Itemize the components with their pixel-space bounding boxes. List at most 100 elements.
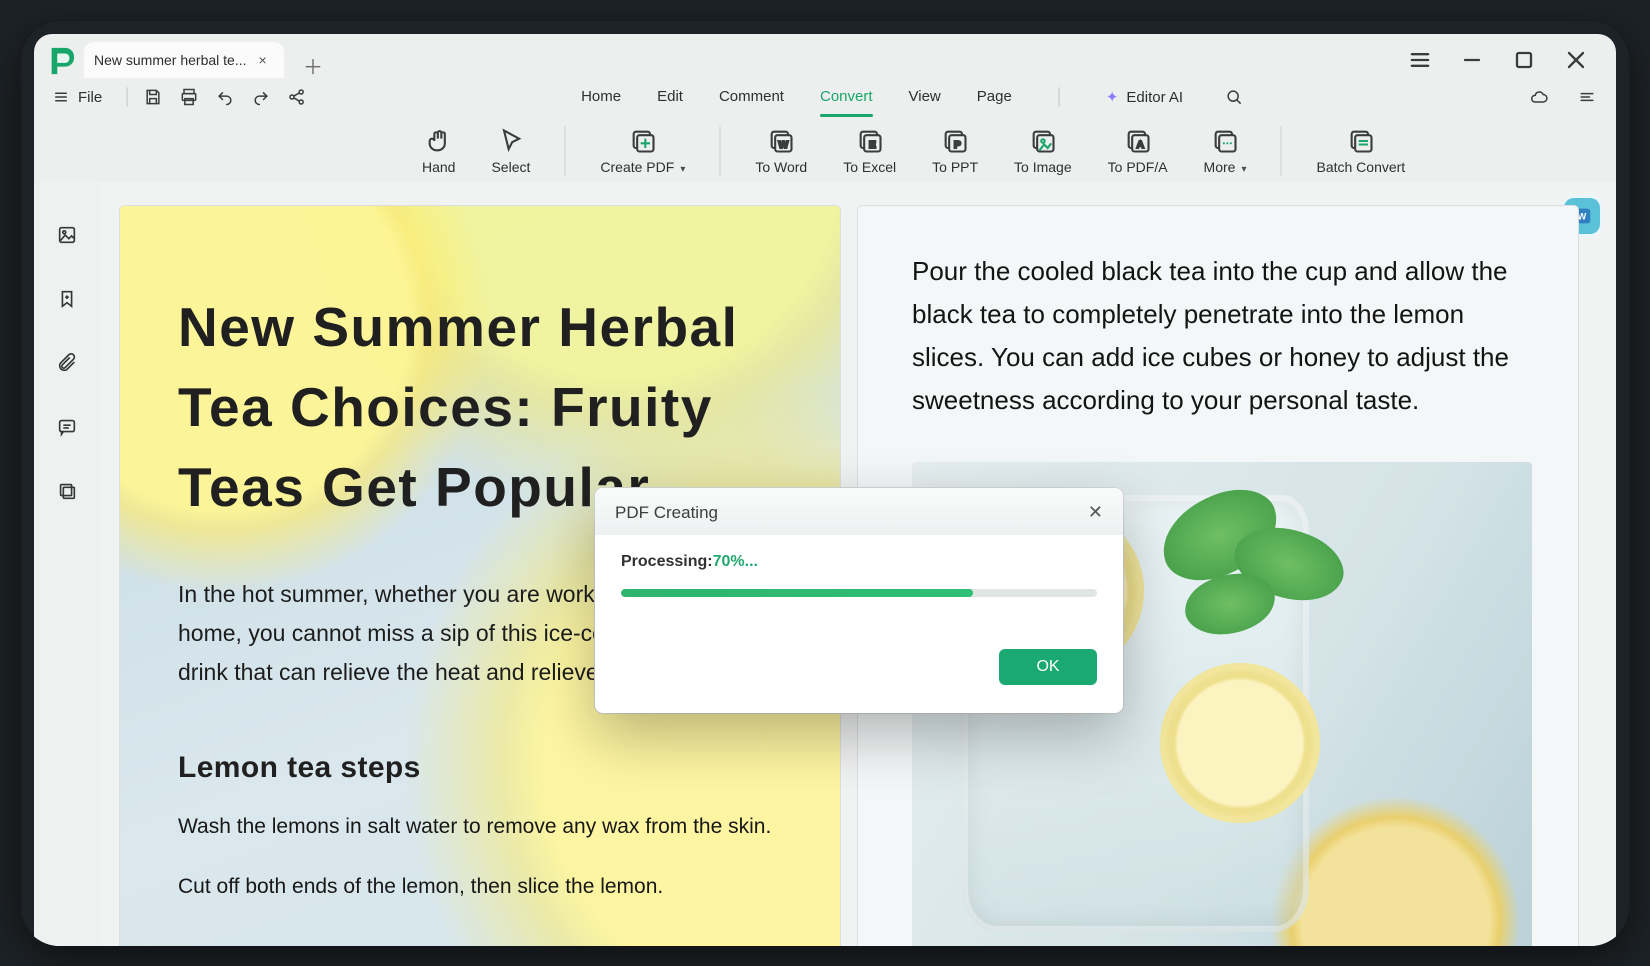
- add-tab-button[interactable]: ＋: [300, 52, 326, 78]
- file-menu[interactable]: File: [48, 86, 106, 108]
- to-ppt-icon: P: [941, 127, 969, 155]
- maximize-icon[interactable]: [1510, 46, 1538, 74]
- dialog-close-icon[interactable]: ✕: [1088, 502, 1103, 523]
- document-tab-title: New summer herbal te...: [94, 52, 247, 68]
- menubar: File Home Edit Comment Convert View Page…: [34, 78, 1616, 116]
- window-frame: New summer herbal te... × ＋ File: [20, 20, 1630, 946]
- menu-view[interactable]: View: [909, 88, 941, 107]
- svg-text:W: W: [779, 139, 789, 151]
- close-window-icon[interactable]: [1562, 46, 1590, 74]
- create-pdf-icon: [629, 127, 657, 155]
- pdf-creating-dialog: PDF Creating ✕ Processing:70%... OK: [595, 488, 1123, 713]
- bookmarks-icon[interactable]: [50, 282, 84, 316]
- tool-to-word-label: To Word: [755, 159, 807, 175]
- dialog-title: PDF Creating: [615, 503, 718, 523]
- tool-to-ppt-label: To PPT: [932, 159, 978, 175]
- tool-to-ppt[interactable]: P To PPT: [914, 118, 996, 184]
- menu-page[interactable]: Page: [977, 88, 1012, 107]
- tool-select[interactable]: Select: [473, 118, 548, 184]
- titlebar: New summer herbal te... × ＋: [34, 34, 1616, 78]
- ok-button-label: OK: [1036, 658, 1059, 676]
- progress-fill: [621, 589, 973, 597]
- tool-to-pdfa[interactable]: A To PDF/A: [1090, 118, 1186, 184]
- undo-icon[interactable]: [210, 82, 240, 112]
- step-2: Cut off both ends of the lemon, then sli…: [178, 869, 788, 905]
- tool-to-image-label: To Image: [1014, 159, 1072, 175]
- tool-select-label: Select: [491, 159, 530, 175]
- left-panel: [34, 182, 100, 946]
- comments-icon[interactable]: [50, 410, 84, 444]
- layers-icon[interactable]: [50, 474, 84, 508]
- processing-status: Processing:70%...: [621, 553, 1097, 571]
- tool-hand-label: Hand: [422, 159, 455, 175]
- menu-edit[interactable]: Edit: [657, 88, 683, 107]
- tool-to-image[interactable]: To Image: [996, 118, 1090, 184]
- settings-lines-icon[interactable]: [1572, 82, 1602, 112]
- hamburger-small-icon: [52, 88, 70, 106]
- convert-ribbon: Hand Select Create PDF▾ W To Word E To E…: [34, 116, 1616, 190]
- document-viewport[interactable]: W New Summer Herbal Tea Choices: Fruity …: [100, 182, 1616, 946]
- main-menus: Home Edit Comment Convert View Page ✦ Ed…: [581, 78, 1249, 116]
- share-icon[interactable]: [282, 82, 312, 112]
- editor-ai-label: Editor AI: [1126, 89, 1183, 106]
- hand-icon: [425, 127, 453, 155]
- svg-text:E: E: [868, 139, 875, 151]
- tool-create-pdf[interactable]: Create PDF▾: [582, 118, 703, 184]
- file-menu-label: File: [78, 89, 102, 106]
- ok-button[interactable]: OK: [999, 649, 1097, 685]
- menu-comment[interactable]: Comment: [719, 88, 784, 107]
- processing-label: Processing:: [621, 553, 713, 570]
- more-icon: [1211, 127, 1239, 155]
- work-area: W New Summer Herbal Tea Choices: Fruity …: [34, 182, 1616, 946]
- menu-convert[interactable]: Convert: [820, 88, 873, 107]
- separator: [1280, 126, 1282, 176]
- to-image-icon: [1029, 127, 1057, 155]
- window-controls: [1406, 46, 1606, 74]
- to-excel-icon: E: [856, 127, 884, 155]
- tool-batch-convert[interactable]: Batch Convert: [1298, 118, 1423, 184]
- editor-ai-menu[interactable]: ✦ Editor AI: [1106, 88, 1183, 106]
- tool-to-excel-label: To Excel: [843, 159, 896, 175]
- attachments-icon[interactable]: [50, 346, 84, 380]
- document-subheading: Lemon tea steps: [178, 751, 788, 785]
- svg-text:A: A: [1136, 139, 1144, 151]
- page-2-paragraph: Pour the cooled black tea into the cup a…: [912, 250, 1532, 422]
- chevron-down-icon: ▾: [1241, 164, 1246, 175]
- minimize-icon[interactable]: [1458, 46, 1486, 74]
- cursor-icon: [497, 127, 525, 155]
- sparkle-icon: ✦: [1106, 88, 1119, 106]
- cloud-icon[interactable]: [1524, 82, 1554, 112]
- redo-icon[interactable]: [246, 82, 276, 112]
- separator: [564, 126, 566, 176]
- separator: [126, 87, 128, 107]
- tool-more-label: More▾: [1204, 159, 1247, 175]
- to-pdfa-icon: A: [1124, 127, 1152, 155]
- save-icon[interactable]: [138, 82, 168, 112]
- menu-home[interactable]: Home: [581, 88, 621, 107]
- batch-convert-icon: [1347, 127, 1375, 155]
- quick-actions: [138, 82, 312, 112]
- separator: [719, 126, 721, 176]
- menubar-right: [1524, 82, 1602, 112]
- progress-bar: [621, 589, 1097, 597]
- step-1: Wash the lemons in salt water to remove …: [178, 809, 788, 845]
- hamburger-icon[interactable]: [1406, 46, 1434, 74]
- print-icon[interactable]: [174, 82, 204, 112]
- tool-to-pdfa-label: To PDF/A: [1108, 159, 1168, 175]
- dialog-header: PDF Creating ✕: [595, 488, 1123, 535]
- processing-percent: 70%...: [713, 553, 758, 570]
- close-tab-icon[interactable]: ×: [259, 52, 267, 68]
- document-tab[interactable]: New summer herbal te... ×: [84, 42, 284, 78]
- chevron-down-icon: ▾: [680, 164, 685, 175]
- to-word-icon: W: [767, 127, 795, 155]
- svg-text:W: W: [1578, 212, 1587, 222]
- tool-hand[interactable]: Hand: [404, 118, 473, 184]
- separator: [1058, 87, 1060, 107]
- app-window: New summer herbal te... × ＋ File: [34, 34, 1616, 946]
- app-logo: [44, 44, 78, 78]
- tool-to-excel[interactable]: E To Excel: [825, 118, 914, 184]
- tool-more[interactable]: More▾: [1186, 118, 1265, 184]
- search-icon[interactable]: [1219, 82, 1249, 112]
- tool-to-word[interactable]: W To Word: [737, 118, 825, 184]
- thumbnails-icon[interactable]: [50, 218, 84, 252]
